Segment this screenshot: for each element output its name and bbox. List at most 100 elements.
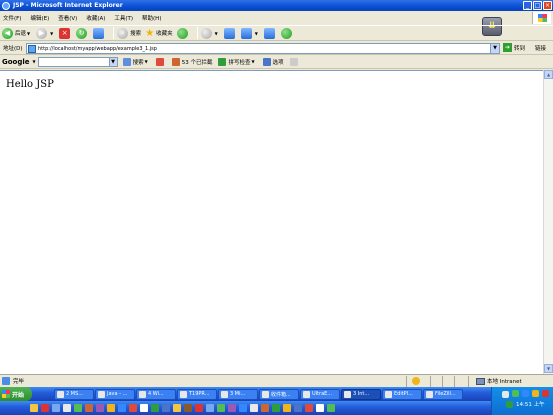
toolbar-divider bbox=[196, 27, 198, 39]
clock[interactable]: 14:51 上午 bbox=[516, 400, 545, 408]
highlighter-button[interactable] bbox=[289, 57, 300, 66]
quicklaunch-icon[interactable] bbox=[52, 404, 60, 412]
chevron-down-icon[interactable]: ▼ bbox=[255, 31, 258, 36]
refresh-button[interactable]: ↻ bbox=[76, 27, 89, 39]
stop-button[interactable]: × bbox=[59, 27, 72, 39]
go-button[interactable]: ➔ 转到 bbox=[503, 43, 525, 52]
vertical-scrollbar[interactable]: ▲ ▼ bbox=[543, 70, 553, 374]
address-input[interactable]: http://localhost/myapp/webapp/example3_1… bbox=[26, 43, 500, 54]
status-divider bbox=[442, 376, 443, 387]
quicklaunch-icon[interactable] bbox=[74, 404, 82, 412]
chevron-down-icon[interactable]: ▼ bbox=[50, 31, 53, 36]
quicklaunch-icon[interactable] bbox=[140, 404, 148, 412]
quicklaunch-icon[interactable] bbox=[63, 404, 71, 412]
chevron-down-icon[interactable]: ▼ bbox=[145, 59, 148, 64]
favorites-button[interactable]: ★ 收藏夹 bbox=[145, 28, 172, 39]
menu-tools[interactable]: 工具(T) bbox=[114, 14, 133, 22]
task-button[interactable]: 2 MS... bbox=[54, 388, 94, 400]
scroll-down-button[interactable]: ▼ bbox=[544, 364, 553, 373]
edit-button[interactable]: ▼ bbox=[240, 27, 260, 39]
address-url[interactable]: http://localhost/myapp/webapp/example3_1… bbox=[38, 46, 157, 52]
chevron-down-icon[interactable]: ▼ bbox=[251, 59, 254, 64]
pencil-icon bbox=[289, 57, 298, 66]
quicklaunch-icon[interactable] bbox=[96, 404, 104, 412]
discuss-button[interactable] bbox=[263, 27, 277, 39]
quicklaunch-icon[interactable] bbox=[294, 404, 302, 412]
scroll-up-button[interactable]: ▲ bbox=[544, 70, 553, 79]
maximize-button[interactable]: □ bbox=[533, 1, 542, 10]
options-button[interactable]: 选项 bbox=[262, 57, 284, 66]
page-viewport[interactable]: Hello JSP bbox=[0, 70, 543, 374]
quicklaunch-icon[interactable] bbox=[239, 404, 247, 412]
task-button[interactable]: 4 Wi... bbox=[136, 388, 176, 400]
tray-icon[interactable] bbox=[522, 390, 529, 397]
status-divider bbox=[430, 376, 431, 387]
google-search-input[interactable]: ▼ bbox=[37, 56, 118, 67]
quicklaunch-icon[interactable] bbox=[327, 404, 335, 412]
chevron-down-icon[interactable]: ▼ bbox=[215, 31, 218, 36]
close-button[interactable]: × bbox=[543, 1, 552, 10]
task-button-active[interactable]: 3 Int... bbox=[341, 388, 381, 400]
quicklaunch-icon[interactable] bbox=[283, 404, 291, 412]
quicklaunch-icon[interactable] bbox=[118, 404, 126, 412]
quicklaunch-icon[interactable] bbox=[85, 404, 93, 412]
task-button[interactable]: 3 Mi... bbox=[218, 388, 258, 400]
links-button[interactable]: 链接 bbox=[535, 44, 546, 52]
start-button[interactable]: 开始 bbox=[0, 387, 32, 401]
mail-button[interactable]: ▼ bbox=[200, 27, 220, 39]
quick-launch-bar bbox=[0, 401, 491, 415]
menu-file[interactable]: 文件(F) bbox=[3, 14, 21, 22]
quicklaunch-icon[interactable] bbox=[41, 404, 49, 412]
quicklaunch-icon[interactable] bbox=[173, 404, 181, 412]
chevron-down-icon[interactable]: ▼ bbox=[33, 59, 36, 64]
messenger-button[interactable] bbox=[280, 27, 294, 39]
task-button[interactable]: FileZill... bbox=[423, 388, 463, 400]
home-button[interactable] bbox=[93, 27, 106, 39]
menu-help[interactable]: 帮助(H) bbox=[142, 14, 161, 22]
google-logo[interactable]: Google bbox=[2, 58, 30, 66]
quicklaunch-icon[interactable] bbox=[206, 404, 214, 412]
task-button[interactable]: EditPl... bbox=[382, 388, 422, 400]
quicklaunch-icon[interactable] bbox=[129, 404, 137, 412]
quicklaunch-icon[interactable] bbox=[217, 404, 225, 412]
tray-icon[interactable] bbox=[542, 390, 549, 397]
print-button[interactable] bbox=[223, 27, 237, 39]
quicklaunch-icon[interactable] bbox=[228, 404, 236, 412]
chevron-down-icon[interactable]: ▼ bbox=[490, 44, 499, 53]
task-button[interactable]: Java - ... bbox=[95, 388, 135, 400]
quicklaunch-icon[interactable] bbox=[261, 404, 269, 412]
back-button[interactable]: ◀ 后退 ▼ bbox=[2, 27, 32, 39]
popup-blocker-button[interactable]: 53 个已拦截 bbox=[171, 57, 212, 66]
quicklaunch-icon[interactable] bbox=[184, 404, 192, 412]
tray-arrow-icon[interactable] bbox=[502, 391, 509, 398]
chevron-down-icon[interactable]: ▼ bbox=[108, 57, 117, 66]
spellcheck-button[interactable]: 拼写检查 ▼ bbox=[218, 57, 256, 66]
minimize-button[interactable]: _ bbox=[523, 1, 532, 10]
pagerank-button[interactable] bbox=[155, 57, 166, 66]
tray-icon[interactable] bbox=[532, 390, 539, 397]
network-icon[interactable] bbox=[506, 401, 513, 408]
media-button[interactable] bbox=[176, 27, 190, 39]
quicklaunch-icon[interactable] bbox=[195, 404, 203, 412]
quicklaunch-icon[interactable] bbox=[272, 404, 280, 412]
task-button[interactable]: T19PR... bbox=[177, 388, 217, 400]
quicklaunch-icon[interactable] bbox=[30, 404, 38, 412]
task-button[interactable]: UltraE... bbox=[300, 388, 340, 400]
quicklaunch-icon[interactable] bbox=[316, 404, 324, 412]
tray-icon[interactable] bbox=[512, 390, 519, 397]
status-divider bbox=[454, 376, 455, 387]
quicklaunch-icon[interactable] bbox=[250, 404, 258, 412]
menu-view[interactable]: 查看(V) bbox=[58, 14, 77, 22]
quicklaunch-icon[interactable] bbox=[305, 404, 313, 412]
quicklaunch-icon[interactable] bbox=[162, 404, 170, 412]
menu-edit[interactable]: 编辑(E) bbox=[30, 14, 49, 22]
menu-favorites[interactable]: 收藏(A) bbox=[86, 14, 105, 22]
forward-button[interactable]: ▶ ▼ bbox=[36, 27, 55, 39]
quicklaunch-icon[interactable] bbox=[151, 404, 159, 412]
quicklaunch-icon[interactable] bbox=[107, 404, 115, 412]
chevron-down-icon[interactable]: ▼ bbox=[27, 31, 30, 36]
word-icon bbox=[221, 390, 228, 398]
google-search-button[interactable]: 搜索 ▼ bbox=[122, 57, 150, 66]
task-button[interactable]: 收件箱... bbox=[259, 388, 299, 400]
search-button[interactable]: ⌕ 搜索 bbox=[117, 27, 141, 39]
